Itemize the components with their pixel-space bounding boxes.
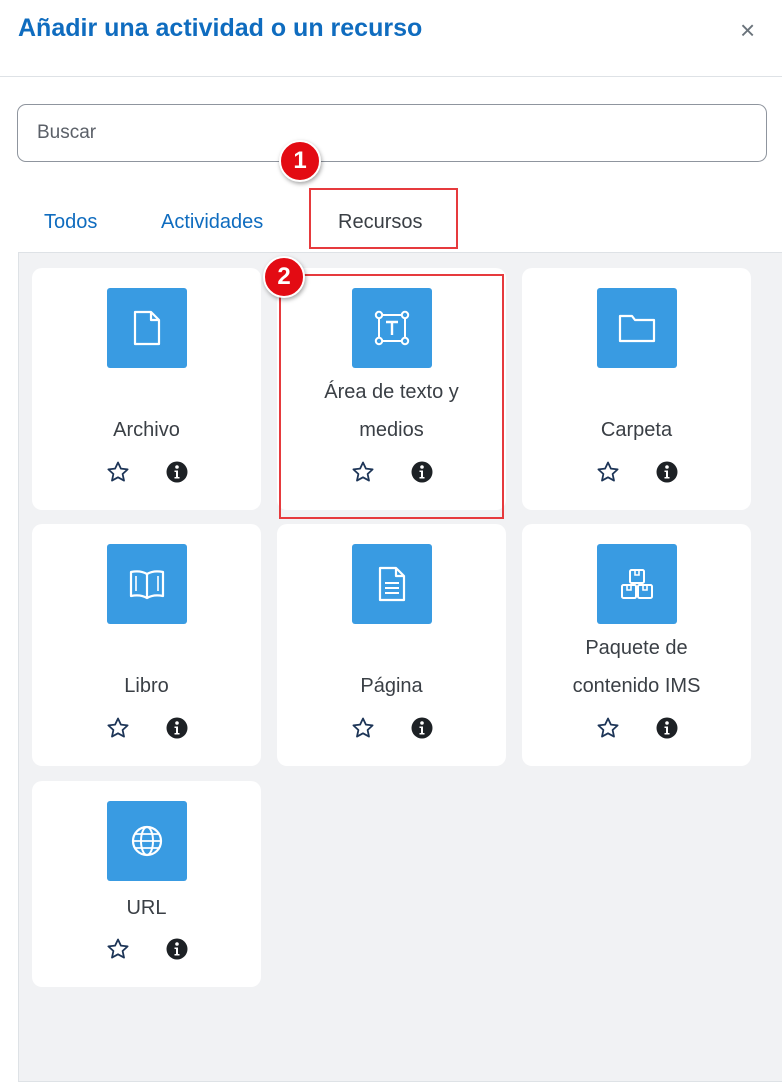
info-icon[interactable]: [655, 460, 679, 484]
star-icon[interactable]: [596, 716, 620, 740]
module-name-line1: Área de texto y: [324, 381, 459, 403]
module-card-archivo[interactable]: Archivo: [32, 268, 261, 510]
info-icon[interactable]: [165, 460, 189, 484]
module-card-area-de-texto-y-medios[interactable]: Área de texto y medios: [277, 268, 506, 510]
info-icon[interactable]: [655, 716, 679, 740]
book-icon: [107, 544, 187, 624]
tab-actividades[interactable]: Actividades: [161, 211, 263, 234]
annotation-marker-1: 1: [279, 140, 321, 182]
annotation-marker-2: 2: [263, 256, 305, 298]
star-icon[interactable]: [106, 716, 130, 740]
star-icon[interactable]: [351, 716, 375, 740]
info-icon[interactable]: [410, 716, 434, 740]
ims-package-icon: [597, 544, 677, 624]
dialog-title: Añadir una actividad o un recurso: [18, 14, 423, 42]
module-card-paquete-ims[interactable]: Paquete de contenido IMS: [522, 524, 751, 766]
search-input[interactable]: [17, 104, 767, 162]
star-icon[interactable]: [106, 937, 130, 961]
module-card-pagina[interactable]: Página: [277, 524, 506, 766]
module-name: Archivo: [113, 419, 180, 441]
dialog-header: Añadir una actividad o un recurso ×: [0, 0, 782, 77]
module-name: Página: [360, 675, 423, 697]
tab-recursos[interactable]: Recursos: [338, 211, 422, 234]
module-card-url[interactable]: URL: [32, 781, 261, 987]
module-card-libro[interactable]: Libro: [32, 524, 261, 766]
module-card-carpeta[interactable]: Carpeta: [522, 268, 751, 510]
close-icon[interactable]: ×: [740, 14, 755, 46]
module-name: Carpeta: [600, 419, 673, 441]
star-icon[interactable]: [351, 460, 375, 484]
info-icon[interactable]: [410, 460, 434, 484]
tab-todos[interactable]: Todos: [44, 211, 97, 234]
file-icon: [107, 288, 187, 368]
page-icon: [352, 544, 432, 624]
text-area-icon: [352, 288, 432, 368]
folder-icon: [597, 288, 677, 368]
module-name: URL: [126, 897, 167, 919]
star-icon[interactable]: [596, 460, 620, 484]
module-name-line2: contenido IMS: [572, 675, 701, 697]
info-icon[interactable]: [165, 937, 189, 961]
module-name: Libro: [124, 675, 169, 697]
star-icon[interactable]: [106, 460, 130, 484]
module-name-line2: medios: [359, 419, 424, 441]
module-name-line1: Paquete de: [585, 637, 688, 659]
globe-icon: [107, 801, 187, 881]
info-icon[interactable]: [165, 716, 189, 740]
